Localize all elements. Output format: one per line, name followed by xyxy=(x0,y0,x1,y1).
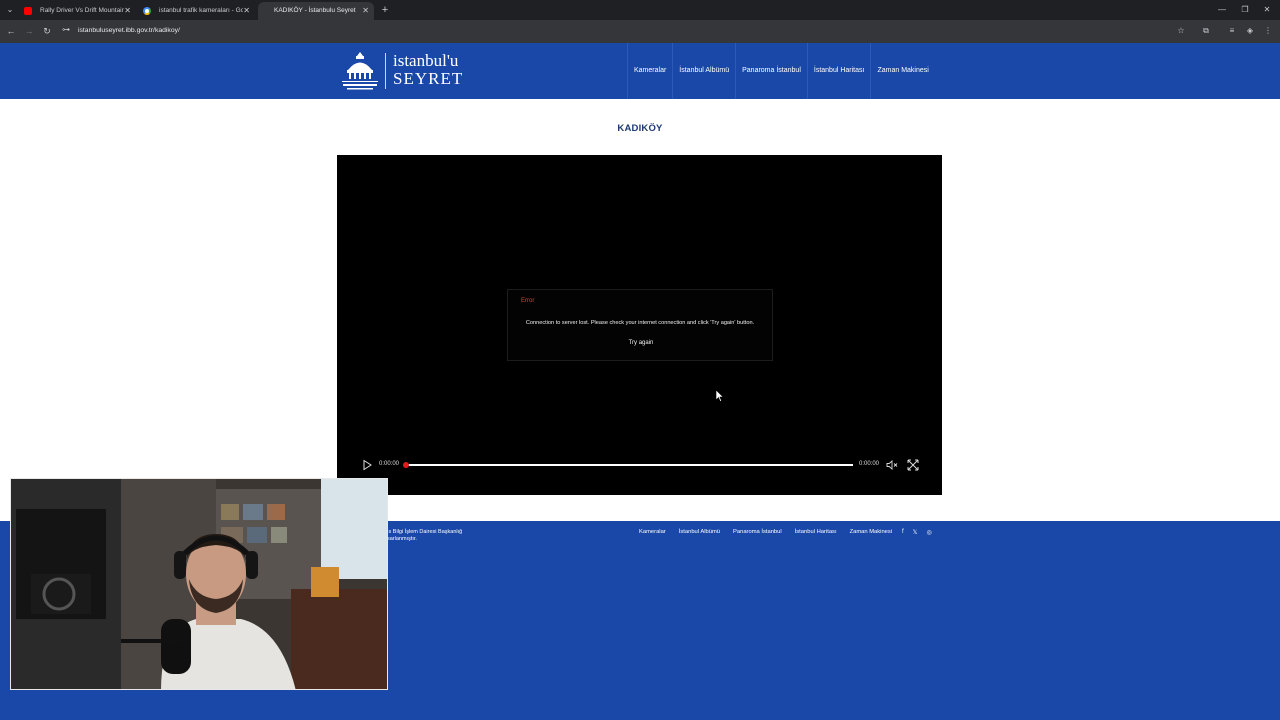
player-controls: 0:00:00 0:00:00 xyxy=(337,455,942,475)
browser-tab-strip: ⌄ Rally Driver Vs Drift Mountain ( ✕ ist… xyxy=(0,0,1280,20)
footer-link-kameralar[interactable]: Kameralar xyxy=(639,529,666,535)
video-player[interactable]: Error Connection to server lost. Please … xyxy=(337,155,942,495)
browser-toolbar: ← → ↻ ⊶ istanbuluseyret.ibb.gov.tr/kadik… xyxy=(0,20,1280,43)
footer-navigation: Kameralar İstanbul Albümü Panaroma İstan… xyxy=(639,529,892,535)
close-tab-icon[interactable]: ✕ xyxy=(124,2,131,20)
logo-divider xyxy=(385,53,386,89)
site-header: istanbul'u SEYRET Kameralar İstanbul Alb… xyxy=(0,43,1280,99)
footer-link-istanbul-albumu[interactable]: İstanbul Albümü xyxy=(679,529,720,535)
back-arrow-icon[interactable]: ← xyxy=(5,25,17,37)
browser-tab-title: KADIKÖY - İstanbulu Seyret xyxy=(274,7,356,14)
profile-shield-icon[interactable]: ◈ xyxy=(1244,25,1256,37)
try-again-button[interactable]: Try again xyxy=(618,340,664,346)
window-close-icon[interactable]: ✕ xyxy=(1260,3,1274,17)
tab-search-chevron-icon[interactable]: ⌄ xyxy=(4,4,16,16)
media-control-icon[interactable]: ≡ xyxy=(1226,25,1238,37)
browser-tab-title: Rally Driver Vs Drift Mountain ( xyxy=(40,7,124,14)
main-navigation: Kameralar İstanbul Albümü Panaroma İstan… xyxy=(627,43,935,99)
ibb-emblem-icon xyxy=(342,52,378,90)
footer-link-panaroma-istanbul[interactable]: Panaroma İstanbul xyxy=(733,529,782,535)
nav-item-panaroma-istanbul[interactable]: Panaroma İstanbul xyxy=(735,43,807,99)
restore-icon[interactable]: ❐ xyxy=(1238,3,1252,17)
address-bar[interactable]: ⊶ istanbuluseyret.ibb.gov.tr/kadikoy/ xyxy=(58,22,1198,40)
nav-item-istanbul-albumu[interactable]: İstanbul Albümü xyxy=(672,43,735,99)
forward-arrow-icon[interactable]: → xyxy=(23,25,35,37)
seek-bar[interactable] xyxy=(403,462,853,468)
footer-copyright-line1: ıs Bilgi İşlem Dairesi Başkanlığ xyxy=(387,529,463,535)
bookmark-star-icon[interactable]: ☆ xyxy=(1175,25,1187,37)
social-links: f 𝕏 ◎ xyxy=(902,529,932,536)
error-dialog: Error Connection to server lost. Please … xyxy=(507,289,773,361)
facebook-icon[interactable]: f xyxy=(902,529,904,536)
nav-item-kameralar[interactable]: Kameralar xyxy=(627,43,672,99)
site-logo[interactable]: istanbul'u SEYRET xyxy=(339,50,484,92)
error-message: Connection to server lost. Please check … xyxy=(525,320,755,326)
nav-item-istanbul-haritasi[interactable]: İstanbul Haritası xyxy=(806,43,871,99)
duration-time: 0:00:00 xyxy=(859,461,880,467)
volume-muted-icon[interactable] xyxy=(886,460,898,470)
browser-menu-icon[interactable]: ⋮ xyxy=(1262,25,1274,37)
error-title: Error xyxy=(521,298,535,304)
nav-item-zaman-makinesi[interactable]: Zaman Makinesi xyxy=(870,43,934,99)
close-tab-icon[interactable]: ✕ xyxy=(362,2,369,20)
play-icon[interactable] xyxy=(361,459,373,471)
new-tab-plus-icon[interactable]: + xyxy=(379,3,391,17)
current-time: 0:00:00 xyxy=(379,461,400,467)
browser-tab[interactable]: Rally Driver Vs Drift Mountain ( ✕ xyxy=(18,2,136,20)
browser-tab-title: istanbul trafik kameraları - Goo xyxy=(159,7,243,14)
mouse-cursor-icon xyxy=(716,390,724,402)
footer-link-istanbul-haritasi[interactable]: İstanbul Haritası xyxy=(795,529,837,535)
minimize-icon[interactable]: — xyxy=(1215,3,1229,17)
youtube-icon xyxy=(24,7,32,15)
footer-link-zaman-makinesi[interactable]: Zaman Makinesi xyxy=(850,529,893,535)
x-icon[interactable]: 𝕏 xyxy=(913,529,918,536)
instagram-icon[interactable]: ◎ xyxy=(927,529,932,536)
seek-thumb[interactable] xyxy=(403,462,409,468)
footer-copyright-line2: sarlanmıştır. xyxy=(387,536,417,542)
webcam-overlay xyxy=(10,478,388,690)
webcam-video-image xyxy=(11,479,387,689)
logo-brand-line2: SEYRET xyxy=(393,69,464,88)
close-tab-icon[interactable]: ✕ xyxy=(243,2,250,20)
google-icon xyxy=(143,7,151,15)
extensions-icon[interactable]: ⧉ xyxy=(1200,25,1212,37)
url-text[interactable]: istanbuluseyret.ibb.gov.tr/kadikoy/ xyxy=(78,22,180,40)
browser-tab-active[interactable]: KADIKÖY - İstanbulu Seyret ✕ xyxy=(258,2,374,20)
footer-copyright: ıs Bilgi İşlem Dairesi Başkanlığ sarlanm… xyxy=(387,529,462,543)
browser-tab[interactable]: istanbul trafik kameraları - Goo ✕ xyxy=(137,2,255,20)
reload-icon[interactable]: ↻ xyxy=(41,25,53,37)
fullscreen-icon[interactable] xyxy=(907,459,919,471)
logo-brand-line1: istanbul'u xyxy=(393,51,459,70)
site-info-icon[interactable]: ⊶ xyxy=(62,25,70,34)
page-title: KADIKÖY xyxy=(617,123,663,134)
